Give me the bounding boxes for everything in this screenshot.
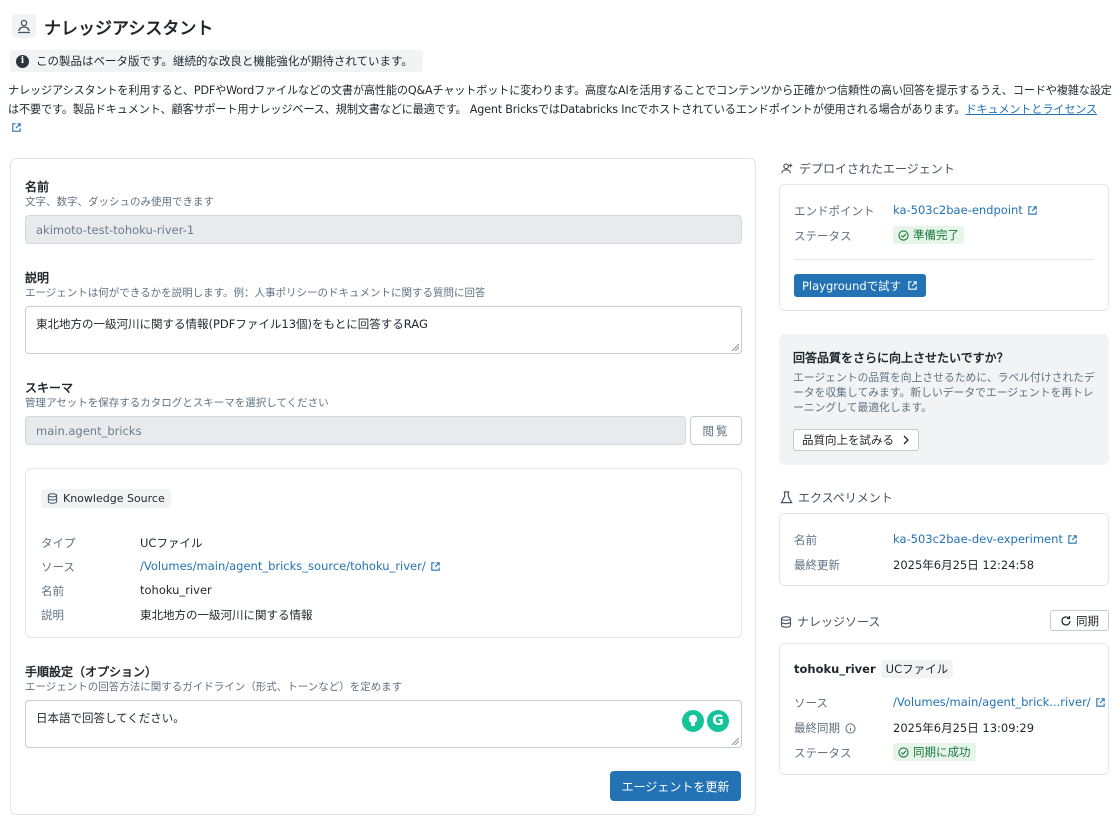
external-link-icon (908, 281, 917, 290)
schema-hint: 管理アセットを保存するカタログとスキーマを選択してください (25, 397, 329, 409)
resize-grip-icon[interactable] (731, 737, 739, 745)
external-link-icon (1095, 697, 1105, 707)
lightbulb-icon[interactable] (682, 710, 704, 732)
refresh-icon (1061, 615, 1071, 626)
database-icon (47, 493, 58, 504)
ks-name-key: 名前 (41, 584, 64, 598)
chevron-right-icon (903, 435, 909, 445)
info-icon: i (16, 54, 29, 68)
knowledge-source-header: ナレッジソース (780, 613, 880, 630)
knowledge-source-summary-card: tohoku_river UCファイル ソース /Volumes/main/ag… (779, 643, 1109, 775)
ks-desc-key: 説明 (41, 608, 64, 622)
ks-type-value: UCファイル (140, 536, 203, 550)
agent-icon (781, 163, 793, 173)
instructions-textarea[interactable]: 日本語で回答してください。 G (25, 700, 742, 748)
external-link-icon (12, 123, 21, 132)
page-title: ナレッジアシスタント (44, 18, 214, 39)
deployed-agent-card: エンドポイント ka-503c2bae-endpoint ステータス 準備完了 … (779, 184, 1109, 311)
experiment-header: エクスペリメント (780, 489, 893, 506)
knowledge-source-key: ソース (794, 696, 828, 710)
quality-improvement-card: 回答品質をさらに向上させたいですか？ エージェントの品質を向上させるために、ラベ… (779, 334, 1109, 465)
ks-name-value: tohoku_river (140, 583, 212, 597)
grammarly-icon[interactable]: G (707, 710, 729, 732)
last-synced-key: 最終同期 (794, 720, 856, 736)
external-link-icon (1068, 534, 1077, 544)
sync-status-key: ステータス (794, 746, 852, 760)
name-input[interactable]: akimoto-test-tohoku-river-1 (25, 215, 742, 244)
check-circle-icon (898, 746, 909, 758)
source-type-badge: UCファイル (880, 660, 954, 678)
name-label: 名前 (25, 180, 50, 194)
database-icon (780, 615, 792, 628)
deployed-status-key: ステータス (794, 229, 852, 243)
resize-grip-icon[interactable] (731, 343, 739, 351)
agent-icon (12, 14, 36, 38)
quality-title: 回答品質をさらに向上させたいですか？ (793, 351, 1009, 365)
browse-button[interactable]: 閲覧 (690, 416, 742, 445)
sync-status-badge: 同期に成功 (893, 743, 976, 761)
experiment-card: 名前 ka-503c2bae-dev-experiment 最終更新 2025年… (779, 513, 1109, 586)
divider (794, 259, 1094, 260)
sync-button[interactable]: 同期 (1050, 610, 1109, 631)
info-icon[interactable] (845, 722, 856, 734)
external-link-icon (1028, 205, 1037, 215)
quality-text: エージェントの品質を向上させるために、ラベル付けされたデータを収集してみます。新… (793, 371, 1095, 414)
update-agent-button[interactable]: エージェントを更新 (610, 771, 741, 801)
experiment-link[interactable]: ka-503c2bae-dev-experiment (893, 532, 1078, 546)
check-circle-icon (898, 229, 909, 241)
description-label: 説明 (25, 271, 50, 285)
experiment-name-key: 名前 (794, 533, 817, 547)
intro-text: ナレッジアシスタントを利用すると、PDFやWordファイルなどの文書が高性能のQ… (8, 81, 1112, 138)
name-hint: 文字、数字、ダッシュのみ使用できます (25, 196, 214, 208)
endpoint-key: エンドポイント (794, 204, 875, 218)
beta-notice-text: この製品はベータ版です。継続的な改良と機能強化が期待されています。 (36, 54, 413, 68)
description-hint: エージェントは何ができるかを説明します。例：人事ポリシーのドキュメントに関する質… (25, 287, 486, 299)
beta-notice: i この製品はベータ版です。継続的な改良と機能強化が期待されています。 (10, 50, 423, 72)
experiment-updated-key: 最終更新 (794, 558, 840, 572)
ks-source-link[interactable]: /Volumes/main/agent_bricks_source/tohoku… (140, 559, 441, 573)
improve-quality-button[interactable]: 品質向上を試みる (793, 429, 919, 451)
grammarly-widget[interactable]: G (682, 710, 729, 732)
docs-license-link[interactable]: ドキュメントとライセンス (965, 103, 1097, 116)
status-badge: 準備完了 (893, 226, 964, 244)
schema-label: スキーマ (25, 381, 74, 395)
schema-input[interactable]: main.agent_bricks (25, 416, 686, 445)
instructions-hint: エージェントの回答方法に関するガイドライン（形式、トーンなど）を定めます (25, 681, 403, 693)
ks-desc-value: 東北地方の一級河川に関する情報 (140, 608, 313, 622)
instructions-label: 手順設定（オプション） (25, 665, 158, 679)
ks-type-key: タイプ (41, 536, 76, 550)
playground-button[interactable]: Playgroundで試す (794, 274, 927, 297)
endpoint-link[interactable]: ka-503c2bae-endpoint (893, 203, 1038, 217)
external-link-icon (431, 561, 440, 571)
beaker-icon (780, 491, 793, 504)
agent-form-panel: 名前 文字、数字、ダッシュのみ使用できます akimoto-test-tohok… (10, 158, 756, 815)
page-header: ナレッジアシスタント (12, 12, 213, 40)
ks-source-key: ソース (41, 560, 75, 574)
last-synced-value: 2025年6月25日 13:09:29 (893, 721, 1035, 735)
knowledge-source-link[interactable]: /Volumes/main/agent_brick...river/ (893, 695, 1106, 709)
description-textarea[interactable]: 東北地方の一級河川に関する情報(PDFファイル13個)をもとに回答するRAG (25, 306, 742, 354)
deployed-agent-header: デプロイされたエージェント (780, 160, 955, 177)
source-name: tohoku_river (794, 662, 876, 676)
knowledge-source-badge: Knowledge Source (41, 489, 171, 508)
experiment-updated-value: 2025年6月25日 12:24:58 (893, 558, 1035, 572)
knowledge-source-card: Knowledge Source タイプ UCファイル ソース /Volumes… (25, 468, 742, 638)
